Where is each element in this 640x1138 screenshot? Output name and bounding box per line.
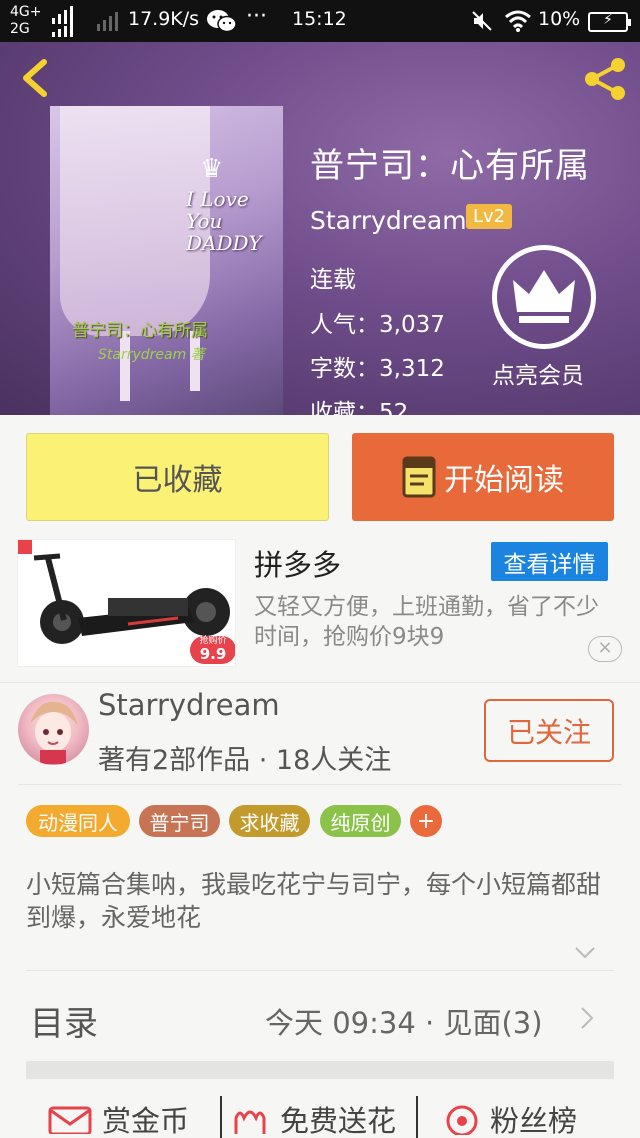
clock: 15:12: [292, 8, 347, 30]
avatar[interactable]: [18, 694, 89, 765]
flower-icon: [234, 1110, 266, 1134]
chevron-right-icon[interactable]: [580, 1006, 594, 1030]
wifi-icon: [505, 10, 531, 32]
vip-button[interactable]: [492, 245, 596, 349]
ad-detail-button[interactable]: 查看详情: [491, 542, 608, 581]
author-card-meta: 著有2部作品 · 18人关注: [98, 745, 392, 776]
book-cover[interactable]: ♛ I Love You DADDY 普宁司：心有所属 Starrydream …: [50, 106, 283, 415]
book-favorites: 收藏：52: [310, 400, 409, 415]
ad-price-tag: 抢购价 9.9: [190, 636, 235, 664]
cover-caption: I Love You DADDY: [186, 187, 262, 255]
envelope-icon: [48, 1106, 92, 1134]
ad-advertiser[interactable]: 拼多多: [254, 542, 341, 584]
signal-icon: [52, 6, 73, 37]
tag-item[interactable]: 动漫同人: [26, 805, 130, 837]
divider: [18, 784, 622, 785]
add-tag-button[interactable]: +: [410, 805, 442, 837]
author-level-badge: Lv2: [466, 204, 513, 229]
cover-crown-icon: ♛: [200, 154, 224, 184]
crown-icon: [513, 270, 575, 323]
book-summary: 小短篇合集呐，我最吃花宁与司宁，每个小短篇都甜到爆，永爱地花: [26, 870, 602, 932]
ad-description[interactable]: 又轻又方便，上班通勤，省了不少时间，抢购价9块9: [254, 592, 619, 652]
wechat-icon: [207, 10, 237, 33]
fan-ranking-button[interactable]: 粉丝榜: [444, 1098, 577, 1138]
start-reading-label: 开始阅读: [444, 463, 564, 498]
collected-button[interactable]: 已收藏: [26, 433, 329, 521]
author-card-name[interactable]: Starrydream: [98, 688, 280, 722]
vip-label[interactable]: 点亮会员: [492, 356, 584, 390]
ad-price-tag-value: 9.9: [199, 645, 227, 663]
ranking-icon: [446, 1105, 478, 1135]
cover-title: 普宁司：心有所属: [72, 321, 208, 341]
toc-label[interactable]: 目录: [30, 996, 98, 1045]
divider: [0, 682, 640, 683]
book-popularity: 人气：3,037: [310, 312, 445, 338]
book-title: 普宁司：心有所属: [310, 146, 590, 186]
free-flowers-button[interactable]: 免费送花: [230, 1098, 396, 1138]
reward-coins-button[interactable]: 赏金币: [48, 1098, 189, 1138]
battery-percent: 10%: [538, 8, 581, 30]
network-top-label: 4G+: [10, 4, 42, 20]
network-speed: 17.9K/s: [128, 8, 200, 30]
tag-item[interactable]: 普宁司: [139, 805, 220, 837]
section-separator: [26, 1061, 614, 1079]
book-header: ♛ I Love You DADDY 普宁司：心有所属 Starrydream …: [0, 42, 640, 415]
free-flowers-label: 免费送花: [280, 1104, 397, 1138]
more-notifications-icon: ···: [246, 4, 267, 29]
chevron-down-icon[interactable]: [574, 946, 596, 960]
fan-ranking-label: 粉丝榜: [490, 1104, 578, 1138]
follow-button[interactable]: 已关注: [484, 699, 614, 762]
signal-empty-icon: [97, 12, 118, 31]
book-word-count: 字数：3,312: [310, 356, 445, 382]
start-reading-button[interactable]: 开始阅读: [352, 433, 614, 521]
back-icon[interactable]: [14, 56, 58, 100]
ad-close-icon[interactable]: ×: [588, 636, 622, 662]
status-bar: 4G+ 2G 17.9K/s ··· 15:12 10% ⚡: [0, 0, 640, 42]
network-indicator: 4G+ 2G: [10, 4, 42, 38]
divider: [26, 970, 614, 971]
battery-icon: ⚡: [588, 12, 631, 32]
mute-icon: [472, 11, 492, 31]
divider: [220, 1096, 222, 1138]
ad-image[interactable]: 抢购价 9.9: [17, 539, 236, 667]
book-status: 连载: [310, 267, 356, 293]
cover-author: Starrydream 著: [98, 347, 205, 363]
network-bottom-label: 2G: [10, 21, 30, 37]
divider: [416, 1096, 418, 1138]
share-icon[interactable]: [580, 54, 630, 104]
book-icon: [402, 456, 436, 498]
toc-update-info[interactable]: 今天 09:34 · 见面(3): [265, 1000, 543, 1042]
reward-coins-label: 赏金币: [102, 1104, 190, 1138]
tag-item[interactable]: 求收藏: [229, 805, 310, 837]
tag-item[interactable]: 纯原创: [320, 805, 401, 837]
book-author[interactable]: Starrydream: [310, 206, 467, 235]
